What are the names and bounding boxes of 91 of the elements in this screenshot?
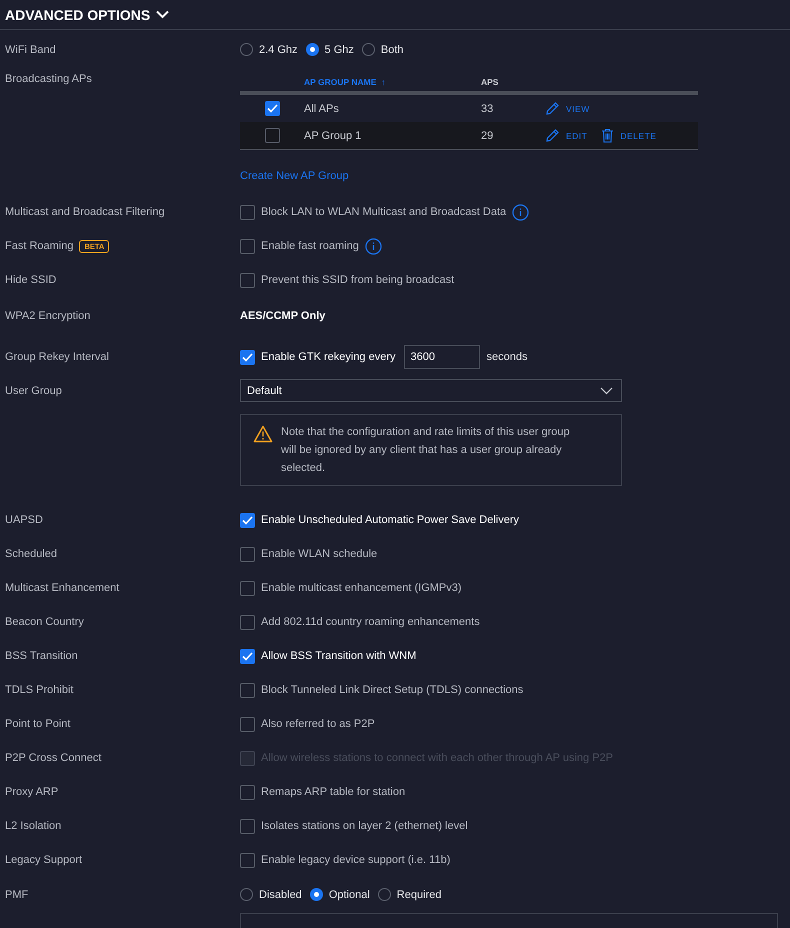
field-label: Broadcasting APs: [5, 73, 92, 85]
radio-label: Disabled: [259, 888, 302, 900]
checkbox[interactable]: [240, 818, 255, 834]
unit-label: seconds: [486, 351, 528, 363]
field-label: P2P Cross Connect: [5, 752, 102, 764]
radio-button[interactable]: [378, 888, 391, 901]
checkmark-icon: [242, 652, 253, 660]
action-link[interactable]: DELETE: [601, 128, 656, 143]
checkbox-label: Enable GTK rekeying every: [261, 351, 396, 363]
checkbox[interactable]: [240, 614, 255, 630]
field-label: UAPSD: [5, 514, 43, 526]
pencil-icon: [545, 128, 560, 143]
checkmark-icon: [242, 352, 253, 362]
table-cell-text: All APs: [304, 102, 340, 114]
field-label: BSS Transition: [5, 650, 78, 662]
checkbox[interactable]: [240, 272, 255, 288]
section-header[interactable]: ADVANCED OPTIONS: [0, 0, 790, 30]
radio-label: Required: [396, 888, 442, 900]
trash-icon: [601, 128, 614, 143]
checkbox[interactable]: [240, 238, 255, 254]
field-label: Scheduled: [5, 548, 57, 560]
checkbox-label: Block Tunneled Link Direct Setup (TDLS) connections: [261, 684, 524, 696]
checkbox-label: Enable legacy device support (i.e. 11b): [261, 854, 450, 866]
field-label: Multicast Enhancement: [5, 582, 120, 594]
column-header[interactable]: APS: [481, 77, 698, 87]
checkbox-label: Add 802.11d country roaming enhancements: [261, 616, 480, 628]
radio-button[interactable]: [310, 888, 323, 901]
table-cell-text: AP Group 1: [304, 130, 362, 142]
field-label: PMF: [5, 888, 28, 900]
table-cell-text: 29: [481, 130, 494, 142]
field-label: Point to Point: [5, 718, 70, 730]
field-label: User Group: [5, 385, 62, 397]
table-cell-text: 33: [481, 102, 494, 114]
field-label: TDLS Prohibit: [5, 684, 74, 696]
field-label: Legacy Support: [5, 854, 82, 866]
encryption-value: AES/CCMP Only: [240, 310, 326, 322]
radio-button[interactable]: [306, 43, 319, 56]
action-link[interactable]: VIEW: [545, 101, 590, 116]
checkbox-label: Block LAN to WLAN Multicast and Broadcast Data: [261, 206, 506, 218]
warning-icon: [253, 425, 273, 443]
checkbox-label: Allow BSS Transition with WNM: [261, 650, 416, 662]
field-label: Beacon Country: [5, 616, 84, 628]
radio-button[interactable]: [240, 888, 253, 901]
field-label: Proxy ARP: [5, 786, 58, 798]
field-label: WPA2 Encryption: [5, 310, 90, 322]
field-label: Multicast and Broadcast Filtering: [5, 206, 165, 218]
checkbox[interactable]: [240, 204, 255, 220]
checkbox[interactable]: [240, 784, 255, 800]
checkbox[interactable]: [240, 580, 255, 596]
checkbox[interactable]: [240, 682, 255, 698]
checkbox-label: Remaps ARP table for station: [261, 786, 406, 798]
field-label: Fast Roaming: [5, 240, 74, 252]
checkbox[interactable]: [240, 546, 255, 562]
checkbox[interactable]: [240, 716, 255, 732]
radio-label: 2.4 Ghz: [259, 44, 298, 56]
checkbox[interactable]: [264, 128, 280, 143]
create-link[interactable]: Create New AP Group: [240, 170, 349, 182]
radio-button[interactable]: [362, 43, 375, 56]
column-header[interactable]: AP GROUP NAME ↑: [304, 77, 481, 87]
checkbox-label: Prevent this SSID from being broadcast: [261, 274, 454, 286]
pencil-icon: [545, 101, 560, 116]
field-label: Hide SSID: [5, 274, 56, 286]
checkbox-label: Enable WLAN schedule: [261, 548, 378, 560]
radio-label: 5 Ghz: [324, 44, 354, 56]
input-field[interactable]: [240, 913, 778, 928]
info-icon[interactable]: [364, 238, 382, 254]
radio-label: Both: [380, 44, 404, 56]
checkmark-icon: [242, 516, 253, 524]
radio-label: Optional: [328, 888, 370, 900]
checkbox-label: Enable multicast enhancement (IGMPv3): [261, 582, 462, 594]
interval-field[interactable]: 3600: [404, 345, 480, 369]
field-label: L2 Isolation: [5, 820, 62, 832]
checkbox[interactable]: [240, 350, 255, 364]
note-text: Note that the configuration and rate limits of this user group will be ignored by any client that has a user group already selected.: [281, 425, 571, 476]
checkbox[interactable]: [240, 648, 255, 664]
checkbox-label: Enable Unscheduled Automatic Power Save Delivery: [261, 514, 520, 526]
action-link[interactable]: EDIT: [545, 128, 588, 143]
checkbox-label: Also referred to as P2P: [261, 718, 375, 730]
checkbox[interactable]: [264, 101, 280, 116]
checkbox[interactable]: [240, 512, 255, 528]
checkbox-label: Isolates stations on layer 2 (ethernet) level: [261, 820, 468, 832]
checkmark-icon: [266, 104, 278, 113]
info-icon[interactable]: [512, 204, 530, 220]
checkbox[interactable]: [240, 852, 255, 868]
section-title: ADVANCED OPTIONS: [5, 6, 150, 22]
checkbox-label: Enable fast roaming: [261, 240, 359, 252]
radio-button[interactable]: [240, 43, 253, 56]
field-label: WiFi Band: [5, 44, 56, 56]
user-group-select[interactable]: Default: [240, 379, 622, 402]
field-label: Group Rekey Interval: [5, 351, 109, 363]
chevron-icon: [600, 386, 613, 394]
